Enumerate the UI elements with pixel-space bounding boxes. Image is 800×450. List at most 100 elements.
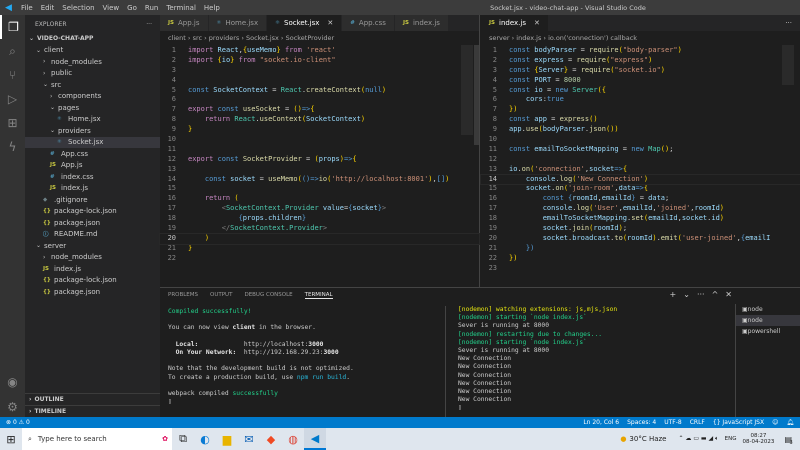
- notifications-bell-icon[interactable]: 🔔︎: [786, 419, 794, 426]
- tree-file[interactable]: {} package.json: [25, 217, 160, 229]
- run-debug-icon[interactable]: ▷: [0, 87, 25, 111]
- tree-folder[interactable]: ⌄ server: [25, 240, 160, 252]
- vscode-taskbar-icon[interactable]: ◀: [304, 428, 326, 450]
- menu-item-run[interactable]: Run: [145, 4, 158, 12]
- panel-tab-terminal[interactable]: TERMINAL: [304, 292, 333, 299]
- extensions-icon[interactable]: ⊞: [0, 111, 25, 135]
- tree-folder[interactable]: › components: [25, 91, 160, 103]
- tree-file[interactable]: {} package-lock.json: [25, 275, 160, 287]
- tab-home-jsx[interactable]: ⚛ Home.jsx: [208, 15, 268, 31]
- minimap[interactable]: [461, 45, 473, 135]
- code-line: 23: [481, 264, 800, 274]
- account-icon[interactable]: ◉: [0, 370, 25, 394]
- close-icon[interactable]: ✕: [327, 19, 333, 27]
- search-icon[interactable]: ⌕: [0, 39, 25, 63]
- menu-item-terminal[interactable]: Terminal: [166, 4, 196, 12]
- tree-folder[interactable]: › node_modules: [25, 252, 160, 264]
- tab-index-js[interactable]: JS index.js: [394, 15, 449, 31]
- tree-file[interactable]: # index.css: [25, 171, 160, 183]
- tree-file[interactable]: ⚛ Home.jsx: [25, 114, 160, 126]
- edge-icon[interactable]: ◐: [194, 428, 216, 450]
- menu-item-edit[interactable]: Edit: [41, 4, 55, 12]
- taskbar-search[interactable]: ⌕ Type here to search ✿: [22, 428, 172, 450]
- panel-tab-debug-console[interactable]: DEBUG CONSOLE: [244, 292, 292, 298]
- brave-icon[interactable]: ◆: [260, 428, 282, 450]
- terminal-dropdown-button[interactable]: ⌄: [683, 290, 690, 299]
- file-explorer-icon[interactable]: ▆: [216, 428, 238, 450]
- notification-center-icon[interactable]: ▤ 3: [784, 435, 792, 446]
- tree-folder[interactable]: ⌄ providers: [25, 125, 160, 137]
- workspace-root[interactable]: ⌄ VIDEO-CHAT-APP: [25, 33, 160, 45]
- outline-section[interactable]: › OUTLINE: [25, 393, 160, 405]
- timeline-section[interactable]: › TIMELINE: [25, 405, 160, 417]
- tab-app-css[interactable]: # App.css: [342, 15, 395, 31]
- tree-file[interactable]: ⓘ README.md: [25, 229, 160, 241]
- panel-tab-output[interactable]: OUTPUT: [210, 292, 232, 298]
- code-editor[interactable]: 1 const bodyParser = require("body-parser…: [480, 44, 800, 274]
- menu-item-go[interactable]: Go: [127, 4, 137, 12]
- tree-file[interactable]: JS index.js: [25, 263, 160, 275]
- tree-file[interactable]: {} package.json: [25, 286, 160, 298]
- code-token: log: [576, 204, 590, 213]
- windows-start-icon[interactable]: ⊞: [0, 428, 22, 450]
- tree-file[interactable]: JS App.js: [25, 160, 160, 172]
- tree-folder[interactable]: ⌄ src: [25, 79, 160, 91]
- tree-folder[interactable]: › node_modules: [25, 56, 160, 68]
- line-endings[interactable]: CRLF: [690, 419, 705, 426]
- problems-status[interactable]: ⊗ 0 ⚠ 0: [6, 419, 30, 426]
- close-panel-button[interactable]: ✕: [725, 290, 732, 299]
- more-actions-button[interactable]: ···: [697, 290, 705, 299]
- tab-socket-jsx[interactable]: ⚛ Socket.jsx ✕: [267, 15, 343, 31]
- terminal-client[interactable]: Compiled successfully! You can now view …: [168, 308, 443, 406]
- terminal-split-divider[interactable]: [445, 306, 446, 418]
- close-icon[interactable]: ✕: [534, 19, 540, 27]
- feedback-icon[interactable]: ☺: [772, 419, 778, 426]
- more-actions-button[interactable]: ···: [146, 21, 152, 28]
- tree-folder[interactable]: ⌄ pages: [25, 102, 160, 114]
- more-actions-button[interactable]: ···: [785, 19, 792, 27]
- tree-folder[interactable]: ⌄ client: [25, 45, 160, 57]
- new-terminal-button[interactable]: +: [670, 290, 677, 299]
- language-indicator[interactable]: ENG: [725, 436, 737, 442]
- line-number: 19: [488, 224, 497, 233]
- tree-file[interactable]: {} package-lock.json: [25, 206, 160, 218]
- cursor-position[interactable]: Ln 20, Col 6: [583, 419, 619, 426]
- json-file-icon: {}: [43, 208, 51, 215]
- maximize-panel-button[interactable]: ^: [712, 290, 719, 299]
- language-mode[interactable]: {} JavaScript JSX: [713, 419, 764, 426]
- scrollbar[interactable]: [474, 45, 479, 145]
- menu-item-file[interactable]: File: [21, 4, 33, 12]
- terminal-instance-powershell[interactable]: ▣ powershell: [736, 326, 800, 337]
- system-tray-icons[interactable]: ⌃ ☁ ▭ ▬ ◢ 🔈︎: [678, 435, 718, 443]
- encoding[interactable]: UTF-8: [664, 419, 682, 426]
- menu-item-view[interactable]: View: [103, 4, 120, 12]
- tree-file[interactable]: ◆ .gitignore: [25, 194, 160, 206]
- explorer-icon[interactable]: ❐: [0, 15, 25, 39]
- tree-folder[interactable]: › public: [25, 68, 160, 80]
- menu-item-help[interactable]: Help: [204, 4, 220, 12]
- tree-file[interactable]: # App.css: [25, 148, 160, 160]
- tree-file[interactable]: JS index.js: [25, 183, 160, 195]
- clock[interactable]: 08:27 08-04-2023: [742, 433, 774, 445]
- tab-index-js[interactable]: JS index.js ✕: [481, 15, 549, 31]
- panel-tab-problems[interactable]: PROBLEMS: [168, 292, 198, 298]
- tree-file[interactable]: ⚛ Socket.jsx: [25, 136, 160, 148]
- tab-app-js[interactable]: JS App.js: [160, 15, 209, 31]
- weather-text[interactable]: 30°C Haze: [629, 435, 666, 443]
- code-editor[interactable]: 1 import React,{useMemo} from 'react' 2 imp…: [159, 44, 480, 264]
- chrome-icon[interactable]: ◍: [282, 428, 304, 450]
- terminal-instance-node[interactable]: ▣ node: [736, 315, 800, 326]
- settings-gear-icon[interactable]: ⚙: [0, 395, 25, 419]
- thunder-client-icon[interactable]: ϟ: [0, 135, 25, 159]
- code-token: data: [618, 184, 636, 193]
- breadcrumb[interactable]: server › index.js › io.on('connection') …: [481, 31, 800, 44]
- minimap[interactable]: [782, 45, 794, 85]
- indentation[interactable]: Spaces: 4: [627, 419, 656, 426]
- task-view-icon[interactable]: ⧉: [172, 428, 194, 450]
- menu-item-selection[interactable]: Selection: [62, 4, 94, 12]
- source-control-icon[interactable]: ⑂: [0, 63, 25, 87]
- mail-icon[interactable]: ✉: [238, 428, 260, 450]
- terminal-server[interactable]: [nodemon] watching extensions: js,mjs,js…: [458, 306, 733, 413]
- breadcrumb[interactable]: client › src › providers › Socket.jsx › …: [160, 31, 479, 44]
- terminal-instance-node[interactable]: ▣ node: [736, 304, 800, 315]
